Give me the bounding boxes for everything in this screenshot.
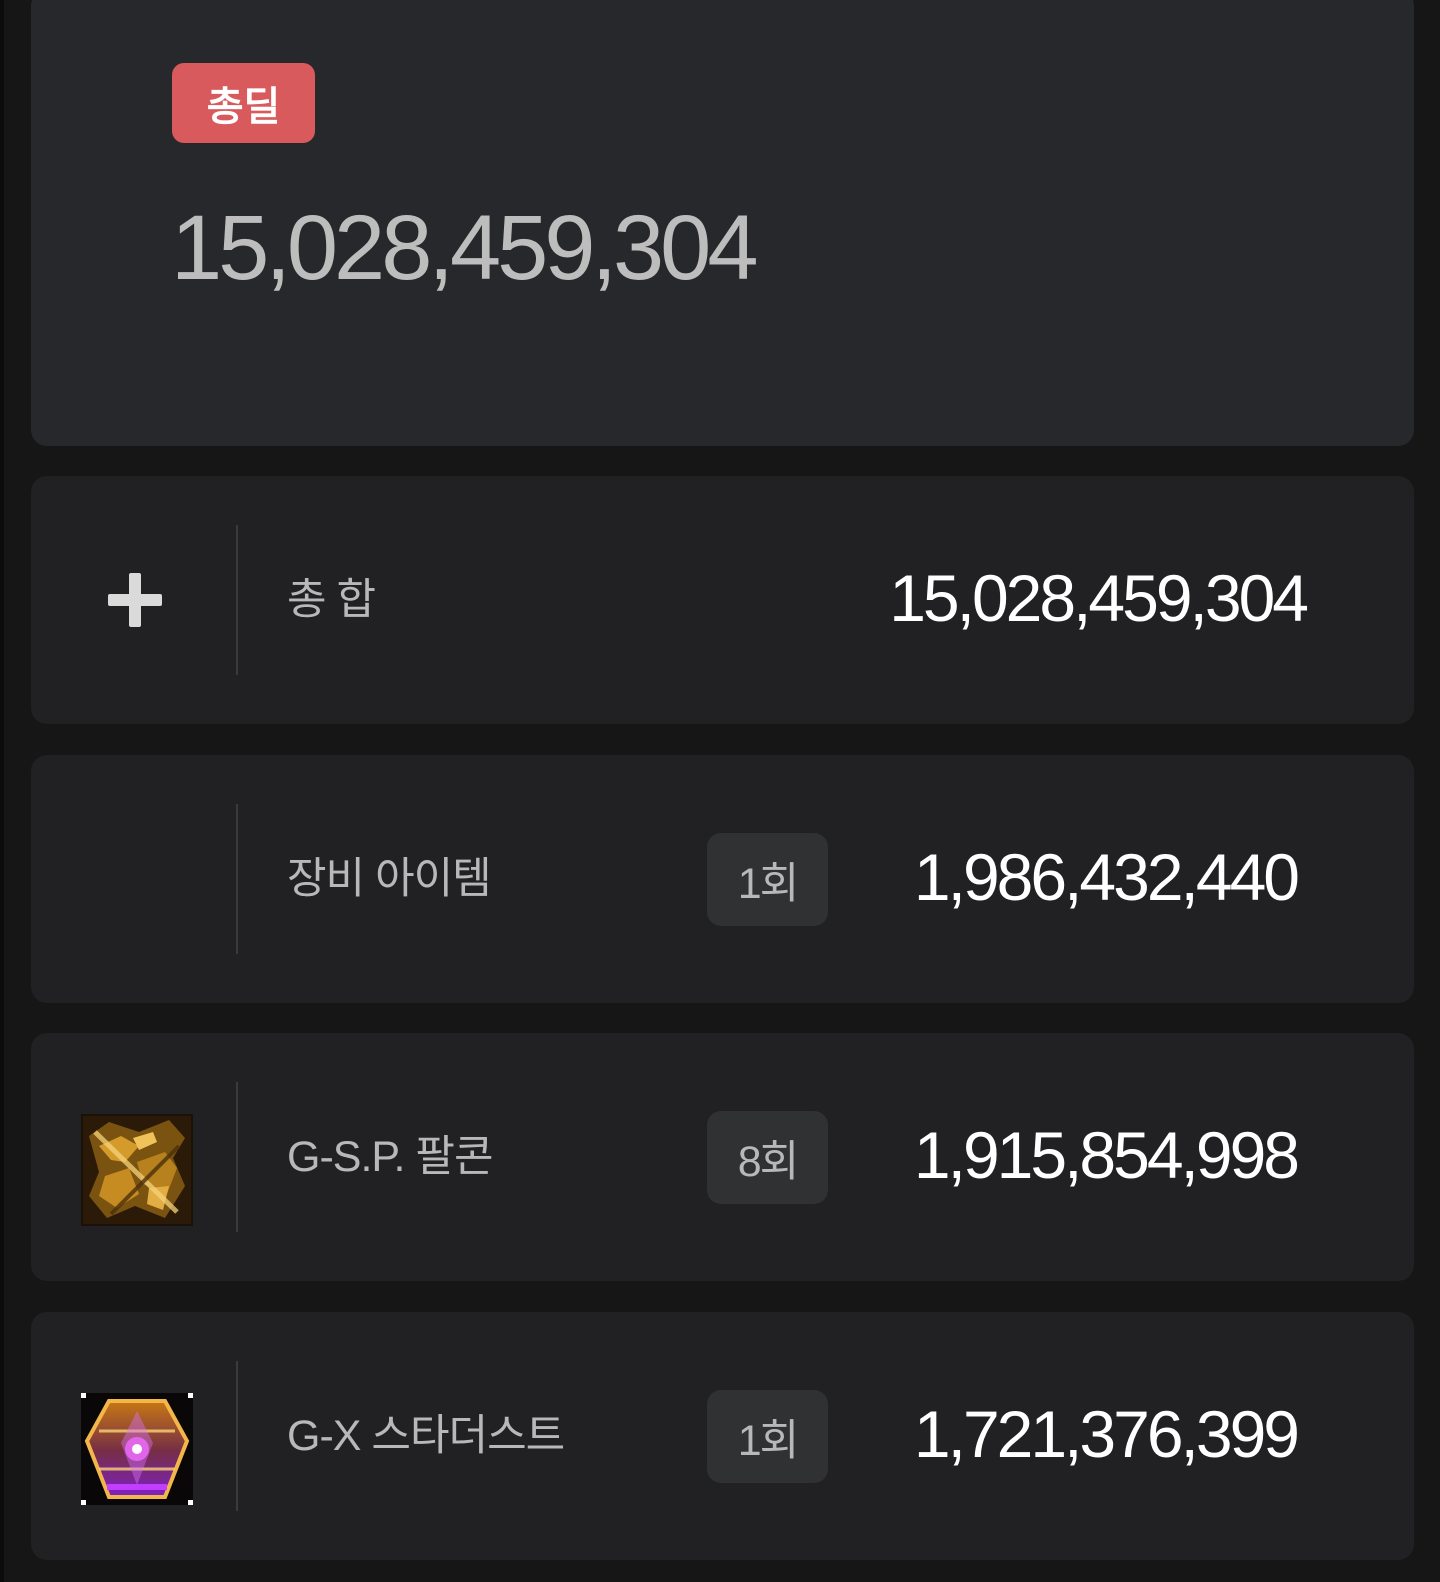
row-damage-value: 1,986,432,440	[913, 840, 1300, 914]
damage-breakdown-page: 총딜 15,028,459,304 총 합 15,028,459,304 장비 …	[0, 0, 1440, 1582]
row-divider	[236, 1361, 238, 1511]
damage-row-total[interactable]: 총 합 15,028,459,304	[31, 476, 1414, 724]
plus-icon	[108, 573, 162, 627]
row-damage-value: 1,915,854,998	[913, 1118, 1300, 1192]
damage-row-equipment[interactable]: 장비 아이템 1회 1,986,432,440	[31, 755, 1414, 1003]
hit-count-badge: 1회	[707, 833, 828, 926]
row-label: G-S.P. 팔콘	[287, 1133, 494, 1181]
row-label: G-X 스타더스트	[287, 1412, 565, 1460]
row-divider	[236, 804, 238, 954]
total-damage-badge: 총딜	[172, 63, 315, 143]
left-border	[0, 0, 4, 1582]
hit-count-badge: 8회	[707, 1111, 828, 1204]
row-divider	[236, 525, 238, 675]
gx-stardust-skill-icon	[81, 1393, 193, 1505]
row-divider	[236, 1082, 238, 1232]
row-damage-value: 1,721,376,399	[913, 1397, 1300, 1471]
hit-count-badge: 1회	[707, 1390, 828, 1483]
gsp-falcon-skill-icon	[81, 1114, 193, 1226]
row-label: 총 합	[287, 576, 376, 624]
total-damage-value: 15,028,459,304	[171, 197, 759, 299]
damage-row-gsp-falcon[interactable]: G-S.P. 팔콘 8회 1,915,854,998	[31, 1033, 1414, 1281]
total-damage-card: 총딜 15,028,459,304	[31, 0, 1414, 446]
damage-row-gx-stardust[interactable]: G-X 스타더스트 1회 1,721,376,399	[31, 1312, 1414, 1560]
row-label: 장비 아이템	[287, 855, 492, 903]
row-damage-value: 15,028,459,304	[889, 561, 1309, 635]
